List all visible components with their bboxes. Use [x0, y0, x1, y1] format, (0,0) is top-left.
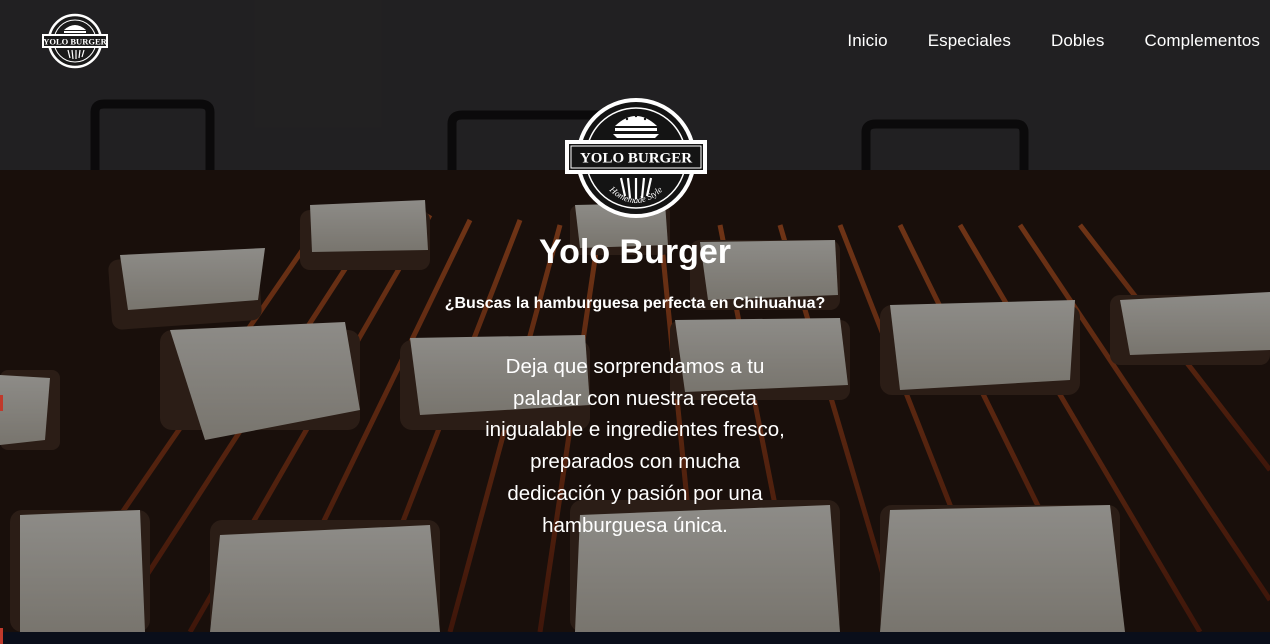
page-title: Yolo Burger: [538, 233, 732, 271]
edge-accent-mark: [0, 628, 3, 644]
nav-link-inicio[interactable]: Inicio: [847, 31, 887, 51]
landing-page: YOLO BURGER Inicio Especiales Dobles Com…: [0, 0, 1270, 644]
nav-menu: Inicio Especiales Dobles Complementos: [847, 31, 1260, 51]
hero-logo: YOLO BURGER Homemade Style: [565, 98, 707, 218]
nav-link-dobles[interactable]: Dobles: [1051, 31, 1105, 51]
hero-logo-text: YOLO BURGER: [580, 151, 692, 167]
nav-link-especiales[interactable]: Especiales: [928, 31, 1011, 51]
top-navbar: YOLO BURGER Inicio Especiales Dobles Com…: [0, 0, 1270, 84]
nav-link-complementos[interactable]: Complementos: [1144, 31, 1260, 51]
nav-logo[interactable]: YOLO BURGER: [40, 12, 110, 70]
footer-bar: [0, 632, 1270, 644]
page-subtitle: ¿Buscas la hamburguesa perfecta en Chihu…: [444, 295, 826, 312]
hero-description: Deja que sorprendamos a tu paladar con n…: [485, 355, 785, 537]
nav-logo-text: YOLO BURGER: [43, 37, 107, 47]
edge-accent-mark: [0, 395, 3, 411]
